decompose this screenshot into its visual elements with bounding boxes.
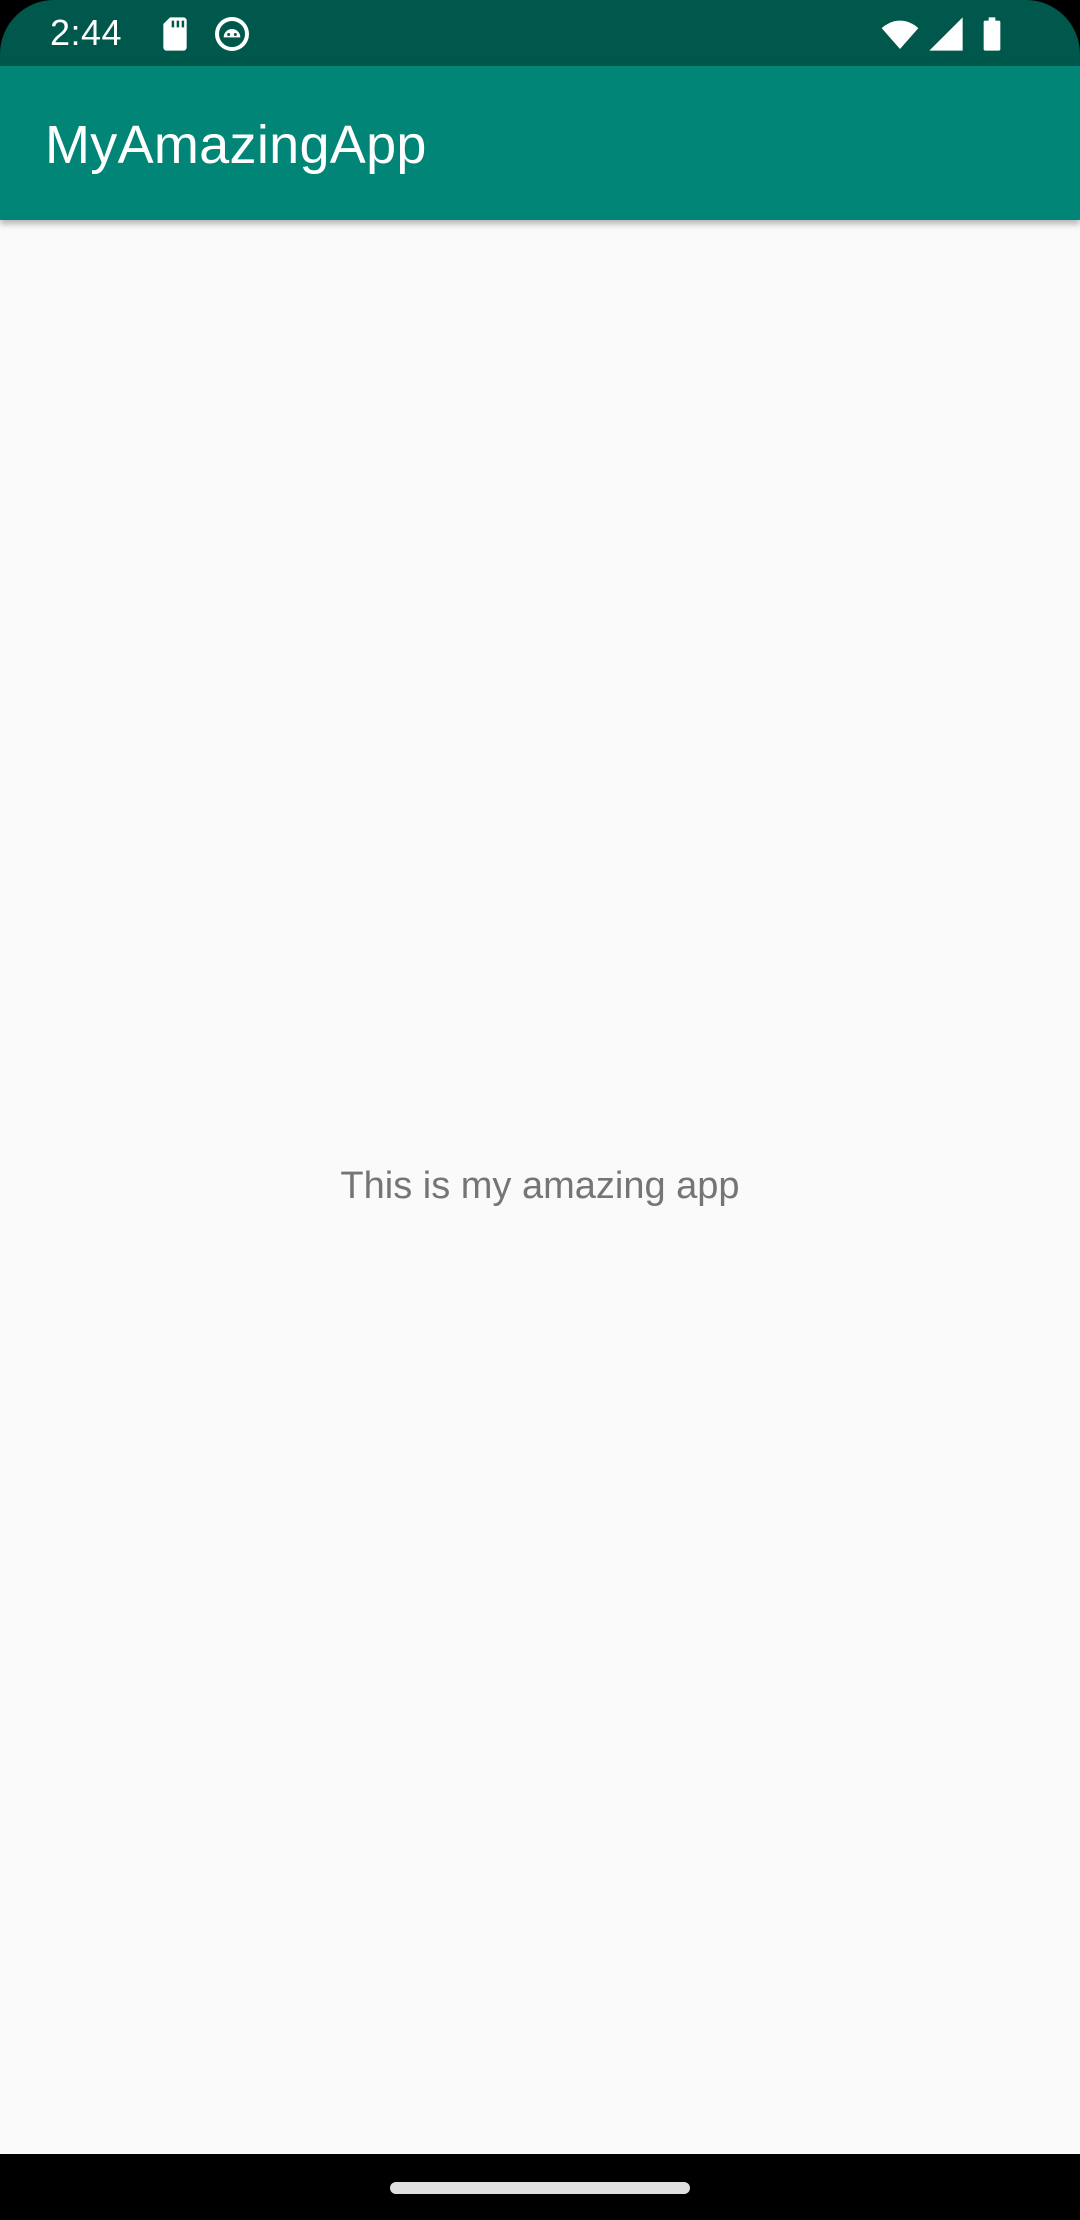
sd-card-icon [155, 14, 195, 54]
phone-screen: 2:44 MyAmazingApp This is my amazing app [0, 0, 1080, 2220]
navigation-bar [0, 2154, 1080, 2220]
home-gesture-handle[interactable] [390, 2182, 690, 2194]
battery-icon [972, 14, 1012, 54]
android-debug-icon [212, 14, 252, 54]
app-title: MyAmazingApp [45, 115, 427, 175]
main-message: This is my amazing app [340, 1165, 740, 1207]
status-bar: 2:44 [0, 0, 1080, 66]
wifi-icon [880, 14, 920, 54]
cellular-signal-icon [926, 14, 966, 54]
app-bar: MyAmazingApp [0, 66, 1080, 220]
main-content: This is my amazing app [0, 220, 1080, 2154]
status-time: 2:44 [50, 12, 123, 53]
